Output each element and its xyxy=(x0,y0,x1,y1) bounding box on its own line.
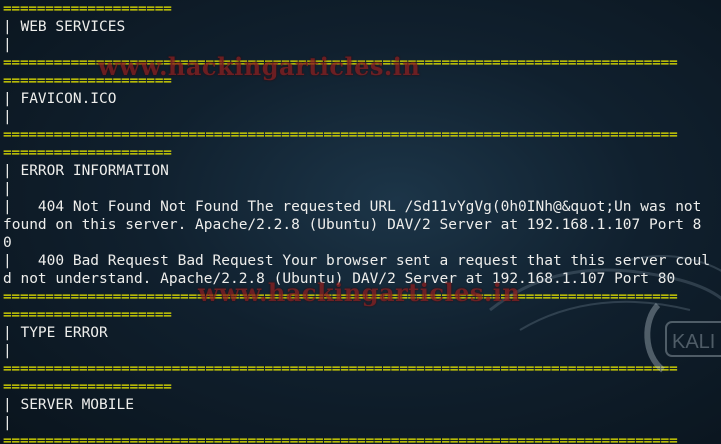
output-line: | xyxy=(3,109,12,125)
output-line: | 404 Not Found Not Found The requested … xyxy=(3,199,702,215)
output-line: d not understand. Apache/2.2.8 (Ubuntu) … xyxy=(3,271,676,287)
separator-line: ========================================… xyxy=(3,127,678,143)
output-line: | 400 Bad Request Bad Request Your brows… xyxy=(3,253,711,269)
separator-line: ==================== xyxy=(3,1,172,17)
separator-line: ========================================… xyxy=(3,289,678,305)
output-line: | TYPE ERROR xyxy=(3,325,108,341)
separator-line: ========================================… xyxy=(3,361,678,377)
output-line: | xyxy=(3,415,12,431)
output-line: | xyxy=(3,37,12,53)
separator-line: ==================== xyxy=(3,73,172,89)
separator-line: ==================== xyxy=(3,307,172,323)
output-line: | xyxy=(3,181,12,197)
output-line: | xyxy=(3,343,12,359)
output-line: | WEB SERVICES xyxy=(3,19,126,35)
separator-line: ==================== xyxy=(3,379,172,395)
output-line: | SERVER MOBILE xyxy=(3,397,134,413)
output-line: | ERROR INFORMATION xyxy=(3,163,169,179)
terminal-output: ==================== | WEB SERVICES | =====… xyxy=(0,0,721,444)
separator-line: ==================== xyxy=(3,145,172,161)
separator-line: ========================================… xyxy=(3,55,678,71)
output-line: | FAVICON.ICO xyxy=(3,91,117,107)
output-line: 0 xyxy=(3,235,12,251)
separator-line: ========================================… xyxy=(3,433,678,444)
output-line: found on this server. Apache/2.2.8 (Ubun… xyxy=(3,217,702,233)
